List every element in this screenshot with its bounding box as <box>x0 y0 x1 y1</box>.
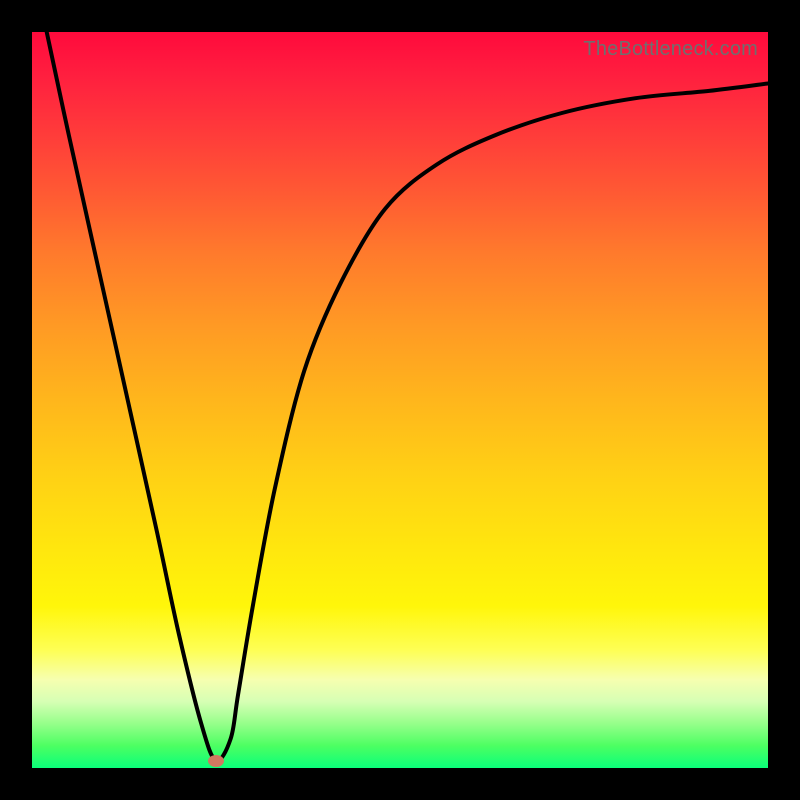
plot-area: TheBottleneck.com <box>32 32 768 768</box>
bottleneck-curve <box>32 32 768 768</box>
curve-minimum-marker <box>208 755 224 767</box>
chart-frame: TheBottleneck.com <box>0 0 800 800</box>
